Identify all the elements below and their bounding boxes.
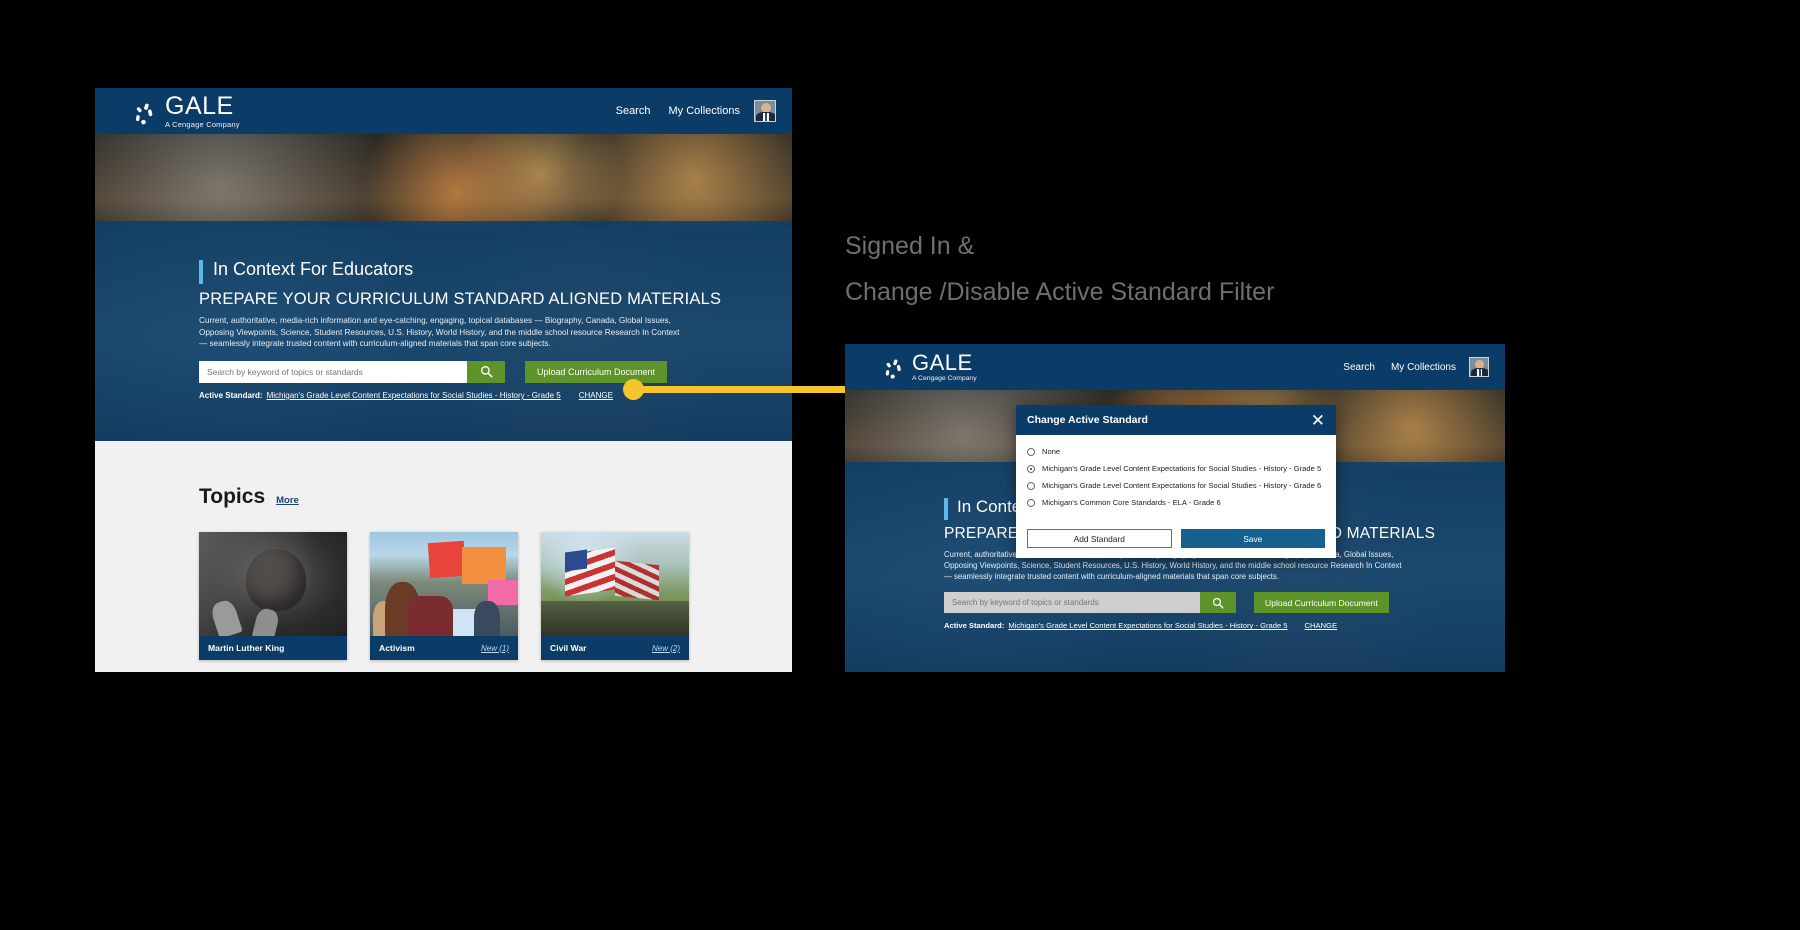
left-navbar: GALE A Cengage Company Search My Collect… — [95, 88, 792, 134]
upload-curriculum-document-button[interactable]: Upload Curriculum Document — [525, 360, 668, 383]
radio-icon[interactable] — [1027, 447, 1035, 456]
gale-logo-mark — [883, 358, 907, 382]
activism-protest-photo — [370, 532, 518, 636]
topic-card[interactable]: Activism New (1) — [370, 532, 518, 660]
magnifier-icon — [480, 366, 492, 378]
standard-option[interactable]: None — [1027, 447, 1325, 456]
nav-my-collections-link[interactable]: My Collections — [1391, 362, 1456, 373]
gale-tagline: A Cengage Company — [165, 119, 240, 129]
active-standard-value[interactable]: Michigan's Grade Level Content Expectati… — [1008, 621, 1287, 630]
magnifier-icon — [1212, 597, 1224, 609]
gale-wordmark: GALE — [912, 349, 973, 375]
standard-option-label: Michigan's Grade Level Content Expectati… — [1042, 464, 1322, 473]
standard-option-label: Michigan's Grade Level Content Expectati… — [1042, 481, 1322, 490]
hero-kicker: In Context For Educators — [213, 259, 414, 279]
gale-logo-text: GALE A Cengage Company — [165, 91, 240, 129]
standard-option-label: None — [1042, 447, 1061, 456]
topic-card-caption: Martin Luther King — [199, 636, 347, 660]
topic-card-caption: Civil War New (2) — [541, 636, 689, 660]
radio-icon[interactable] — [1027, 498, 1035, 507]
search-input[interactable] — [199, 360, 467, 383]
save-button[interactable]: Save — [1180, 529, 1325, 548]
active-standard-label: Active Standard: — [944, 621, 1005, 631]
search-input[interactable] — [944, 592, 1200, 614]
hero-description: Current, authoritative, media-rich infor… — [199, 316, 680, 349]
standard-option[interactable]: Michigan's Grade Level Content Expectati… — [1027, 464, 1325, 473]
search-box — [199, 360, 505, 383]
modal-footer: Add Standard Save — [1027, 529, 1325, 548]
left-hero-overlay: In Context For Educators PREPARE YOUR CU… — [95, 221, 792, 441]
topic-card[interactable]: Martin Luther King — [199, 532, 347, 660]
change-standard-link[interactable]: CHANGE — [1305, 621, 1338, 630]
standard-option[interactable]: Michigan's Common Core Standards - ELA -… — [1027, 498, 1325, 507]
gale-logo-mark — [133, 102, 159, 128]
avatar[interactable] — [754, 100, 776, 122]
left-hero-photo — [95, 134, 792, 227]
left-nav-right: Search My Collections — [616, 100, 776, 122]
active-standard-row: Active Standard: Michigan's Grade Level … — [944, 621, 1495, 630]
topic-card-badge[interactable]: New (2) — [652, 644, 680, 653]
hero-accent-bar — [199, 260, 203, 284]
nav-search-link[interactable]: Search — [616, 105, 651, 117]
modal-body: None Michigan's Grade Level Content Expe… — [1016, 435, 1336, 558]
annotation-line-1: Signed In & — [845, 232, 975, 260]
nav-search-link[interactable]: Search — [1343, 362, 1375, 373]
upload-curriculum-document-button[interactable]: Upload Curriculum Document — [1254, 592, 1389, 614]
topics-heading: Topics — [199, 485, 266, 508]
search-box — [944, 592, 1236, 614]
topics-card-list: Martin Luther King Activism New (1) Civi… — [199, 532, 792, 660]
radio-icon-selected[interactable] — [1027, 464, 1035, 473]
screenshot-stage: GALE A Cengage Company Search My Collect… — [0, 0, 1800, 930]
search-button[interactable] — [467, 360, 505, 383]
topics-more-link[interactable]: More — [276, 495, 299, 506]
left-hero-content: In Context For Educators PREPARE YOUR CU… — [199, 259, 782, 400]
topic-card-title: Martin Luther King — [208, 643, 285, 653]
topic-card-caption: Activism New (1) — [370, 636, 518, 660]
topic-card-title: Civil War — [550, 643, 587, 653]
left-search-row: Upload Curriculum Document — [199, 360, 782, 383]
martin-luther-king-photo — [199, 532, 347, 636]
change-standard-link[interactable]: CHANGE — [579, 391, 613, 400]
avatar[interactable] — [1469, 357, 1489, 377]
change-active-standard-modal: Change Active Standard ✕ None Michigan's… — [1016, 405, 1336, 558]
hero-accent-bar — [944, 498, 948, 520]
gale-tagline: A Cengage Company — [912, 374, 977, 382]
active-standard-value[interactable]: Michigan's Grade Level Content Expectati… — [267, 391, 561, 400]
gale-wordmark: GALE — [165, 91, 234, 120]
topics-header: Topics More — [199, 485, 792, 509]
right-search-row: Upload Curriculum Document — [944, 592, 1495, 614]
modal-header: Change Active Standard ✕ — [1016, 405, 1336, 435]
topic-card[interactable]: Civil War New (2) — [541, 532, 689, 660]
right-nav-right: Search My Collections — [1343, 357, 1489, 377]
topics-section: Topics More Martin Luther King Activism … — [95, 441, 792, 672]
annotation-line-2: Change /Disable Active Standard Filter — [845, 278, 1275, 306]
search-button[interactable] — [1200, 592, 1236, 614]
active-standard-label: Active Standard: — [199, 390, 263, 400]
gale-logo[interactable]: GALE A Cengage Company — [883, 349, 977, 383]
topic-card-title: Activism — [379, 643, 415, 653]
close-icon[interactable]: ✕ — [1311, 412, 1325, 429]
standard-option-label: Michigan's Common Core Standards - ELA -… — [1042, 498, 1221, 507]
left-app-screen: GALE A Cengage Company Search My Collect… — [95, 88, 792, 672]
standard-option[interactable]: Michigan's Grade Level Content Expectati… — [1027, 481, 1325, 490]
right-navbar: GALE A Cengage Company Search My Collect… — [845, 344, 1505, 390]
hero-title: PREPARE YOUR CURRICULUM STANDARD ALIGNED… — [199, 290, 722, 308]
modal-title: Change Active Standard — [1027, 414, 1148, 426]
gale-logo[interactable]: GALE A Cengage Company — [133, 91, 240, 129]
civil-war-reenactment-photo — [541, 532, 689, 636]
radio-icon[interactable] — [1027, 481, 1035, 490]
topic-card-badge[interactable]: New (1) — [481, 644, 509, 653]
nav-my-collections-link[interactable]: My Collections — [668, 105, 740, 117]
gale-logo-text: GALE A Cengage Company — [912, 349, 977, 383]
add-standard-button[interactable]: Add Standard — [1027, 529, 1172, 548]
